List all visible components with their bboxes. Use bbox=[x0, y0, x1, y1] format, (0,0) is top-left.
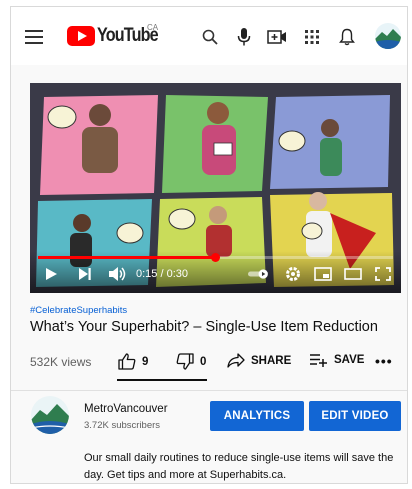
mobile-youtube-page: YouTube CA 0:15 / 0:30 #CelebrateSuperha… bbox=[10, 6, 408, 484]
top-app-bar: YouTube CA bbox=[11, 7, 407, 65]
share-button[interactable]: SHARE bbox=[227, 353, 291, 368]
bell-icon[interactable] bbox=[336, 26, 358, 48]
region-label: CA bbox=[147, 23, 159, 32]
dislike-count: 0 bbox=[200, 355, 207, 368]
play-icon[interactable] bbox=[40, 263, 62, 285]
video-description: Our small daily routines to reduce singl… bbox=[84, 452, 394, 481]
section-divider bbox=[11, 390, 407, 391]
thumbs-up-icon bbox=[118, 353, 136, 370]
next-icon[interactable] bbox=[74, 263, 96, 285]
channel-name[interactable]: MetroVancouver bbox=[84, 403, 168, 415]
settings-icon[interactable] bbox=[282, 263, 304, 285]
video-player[interactable]: 0:15 / 0:30 bbox=[30, 83, 401, 293]
autoplay-toggle[interactable] bbox=[248, 263, 270, 285]
account-avatar[interactable] bbox=[375, 23, 401, 49]
save-button[interactable]: SAVE bbox=[310, 353, 364, 367]
youtube-play-icon bbox=[67, 26, 95, 46]
action-bar: 532K views 9 0 SHARE SAVE ••• bbox=[30, 347, 400, 381]
like-sentiment-bar bbox=[117, 379, 207, 381]
analytics-button[interactable]: ANALYTICS bbox=[210, 401, 304, 431]
mic-icon[interactable] bbox=[233, 26, 255, 48]
hashtag-link[interactable]: #CelebrateSuperhabits bbox=[30, 305, 127, 316]
share-icon bbox=[227, 353, 245, 368]
progress-played bbox=[38, 256, 216, 259]
miniplayer-icon[interactable] bbox=[312, 263, 334, 285]
create-video-icon[interactable] bbox=[266, 26, 288, 48]
dislike-button[interactable]: 0 bbox=[176, 353, 206, 370]
scrubber-handle[interactable] bbox=[211, 253, 220, 262]
subscriber-count: 3.72K subscribers bbox=[84, 420, 161, 431]
video-title: What’s Your Superhabit? – Single-Use Ite… bbox=[30, 319, 378, 335]
search-icon[interactable] bbox=[199, 26, 221, 48]
time-display: 0:15 / 0:30 bbox=[136, 268, 188, 280]
edit-video-button[interactable]: EDIT VIDEO bbox=[309, 401, 401, 431]
like-button[interactable]: 9 bbox=[118, 353, 148, 370]
apps-icon[interactable] bbox=[301, 26, 323, 48]
channel-avatar[interactable] bbox=[31, 396, 69, 434]
thumbs-down-icon bbox=[176, 353, 194, 370]
more-actions-button[interactable]: ••• bbox=[375, 353, 393, 369]
volume-icon[interactable] bbox=[106, 263, 128, 285]
share-label: SHARE bbox=[251, 354, 292, 367]
save-label: SAVE bbox=[334, 354, 365, 366]
view-count: 532K views bbox=[30, 355, 92, 369]
save-playlist-icon bbox=[310, 354, 327, 367]
like-count: 9 bbox=[142, 355, 149, 368]
fullscreen-icon[interactable] bbox=[372, 263, 394, 285]
progress-bar[interactable] bbox=[38, 253, 393, 262]
menu-icon[interactable] bbox=[25, 30, 43, 44]
theater-mode-icon[interactable] bbox=[342, 263, 364, 285]
